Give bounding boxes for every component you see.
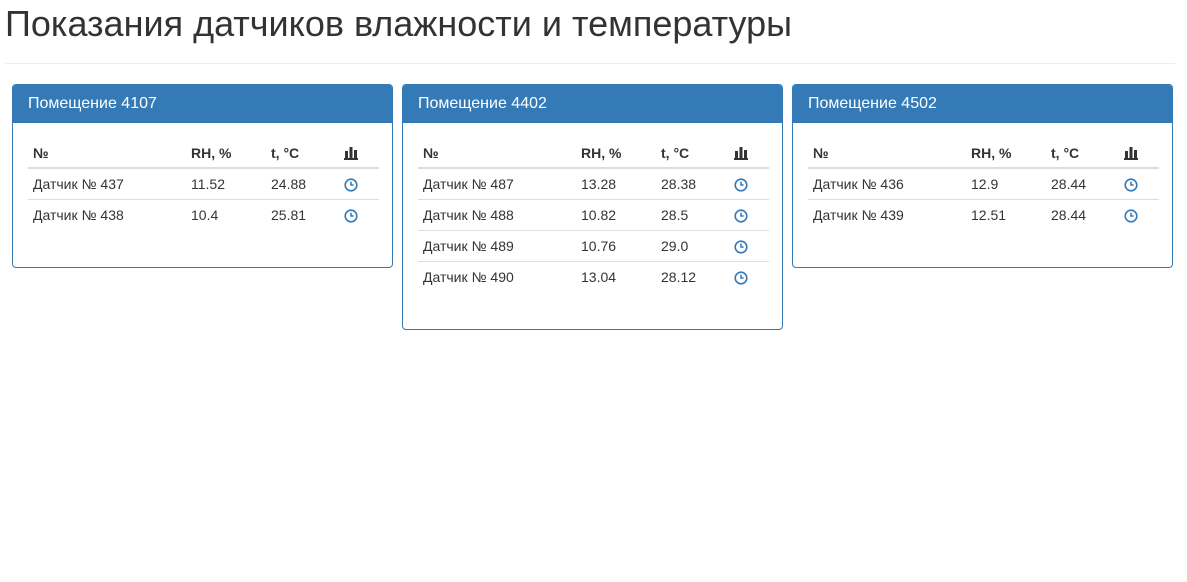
sensor-table: № RH, % t, °C Датчик № 487 13.28 28.38 Д… <box>418 138 769 292</box>
room-panel-body: № RH, % t, °C Датчик № 437 11.52 24.88 Д… <box>13 123 392 230</box>
sensor-name: Датчик № 487 <box>423 175 514 192</box>
sensor-rh: 13.04 <box>576 260 656 292</box>
column-header-chart <box>1119 138 1159 169</box>
page: Показания датчиков влажности и температу… <box>0 0 1187 582</box>
table-row: Датчик № 437 11.52 24.88 <box>28 168 379 199</box>
sensor-temp: 28.5 <box>656 198 729 230</box>
sensor-table: № RH, % t, °C Датчик № 437 11.52 24.88 Д… <box>28 138 379 230</box>
clock-icon[interactable] <box>734 209 748 223</box>
table-row: Датчик № 438 10.4 25.81 <box>28 198 379 230</box>
clock-icon[interactable] <box>1124 178 1138 192</box>
column-header-temp: t, °C <box>656 138 729 169</box>
clock-icon[interactable] <box>734 240 748 254</box>
column-header-chart <box>339 138 379 169</box>
sensor-rh: 12.9 <box>971 175 999 192</box>
sensor-rh: 11.52 <box>191 175 225 192</box>
clock-icon[interactable] <box>344 178 358 192</box>
room-panel-4502: Помещение 4502 № RH, % t, °C Датчик № 43… <box>792 84 1173 268</box>
room-panel-title: Помещение 4402 <box>403 85 782 123</box>
room-panel-body: № RH, % t, °C Датчик № 487 13.28 28.38 Д… <box>403 123 782 292</box>
sensor-name: Датчик № 439 <box>808 198 966 230</box>
column-header-temp: t, °C <box>1046 138 1119 169</box>
bar-chart-icon <box>1124 146 1154 160</box>
table-row: Датчик № 436 12.9 28.44 <box>808 168 1159 199</box>
column-header-rh: RH, % <box>186 138 266 169</box>
column-header-number: № <box>28 138 186 169</box>
column-header-temp: t, °C <box>266 138 339 169</box>
sensor-temp: 29.0 <box>656 229 729 261</box>
sensor-rh: 10.4 <box>186 198 266 230</box>
sensor-temp: 25.81 <box>266 198 339 230</box>
sensor-temp: 28.38 <box>661 175 697 192</box>
table-row: Датчик № 490 13.04 28.12 <box>418 260 769 292</box>
sensor-name: Датчик № 488 <box>418 198 576 230</box>
clock-icon[interactable] <box>1124 209 1138 223</box>
sensor-name: Датчик № 436 <box>813 175 904 192</box>
sensor-temp: 24.88 <box>271 175 307 192</box>
table-row: Датчик № 488 10.82 28.5 <box>418 198 769 230</box>
sensor-name: Датчик № 437 <box>33 175 124 192</box>
clock-icon[interactable] <box>734 178 748 192</box>
sensor-table: № RH, % t, °C Датчик № 436 12.9 28.44 Да… <box>808 138 1159 230</box>
table-header-row: № RH, % t, °C <box>28 138 379 169</box>
column-header-number: № <box>808 138 966 169</box>
bar-chart-icon <box>734 146 764 160</box>
sensor-temp: 28.44 <box>1051 175 1087 192</box>
sensor-rh: 12.51 <box>966 198 1046 230</box>
sensor-temp: 28.44 <box>1046 198 1119 230</box>
sensor-name: Датчик № 438 <box>28 198 186 230</box>
page-title: Показания датчиков влажности и температу… <box>5 3 792 44</box>
room-panel-title: Помещение 4502 <box>793 85 1172 123</box>
column-header-rh: RH, % <box>966 138 1046 169</box>
header-divider <box>5 63 1175 64</box>
sensor-name: Датчик № 489 <box>418 229 576 261</box>
room-panel-4107: Помещение 4107 № RH, % t, °C Датчик № 43… <box>12 84 393 268</box>
sensor-rh: 10.82 <box>576 198 656 230</box>
table-header-row: № RH, % t, °C <box>418 138 769 169</box>
room-panel-4402: Помещение 4402 № RH, % t, °C Датчик № 48… <box>402 84 783 330</box>
column-header-rh: RH, % <box>576 138 656 169</box>
column-header-number: № <box>418 138 576 169</box>
clock-icon[interactable] <box>344 209 358 223</box>
clock-icon[interactable] <box>734 271 748 285</box>
sensor-rh: 13.28 <box>581 175 617 192</box>
column-header-chart <box>729 138 769 169</box>
sensor-rh: 10.76 <box>576 229 656 261</box>
room-panel-body: № RH, % t, °C Датчик № 436 12.9 28.44 Да… <box>793 123 1172 230</box>
table-header-row: № RH, % t, °C <box>808 138 1159 169</box>
room-panel-title: Помещение 4107 <box>13 85 392 123</box>
sensor-name: Датчик № 490 <box>418 260 576 292</box>
table-row: Датчик № 487 13.28 28.38 <box>418 168 769 199</box>
table-row: Датчик № 489 10.76 29.0 <box>418 229 769 261</box>
sensor-temp: 28.12 <box>656 260 729 292</box>
table-row: Датчик № 439 12.51 28.44 <box>808 198 1159 230</box>
bar-chart-icon <box>344 146 374 160</box>
